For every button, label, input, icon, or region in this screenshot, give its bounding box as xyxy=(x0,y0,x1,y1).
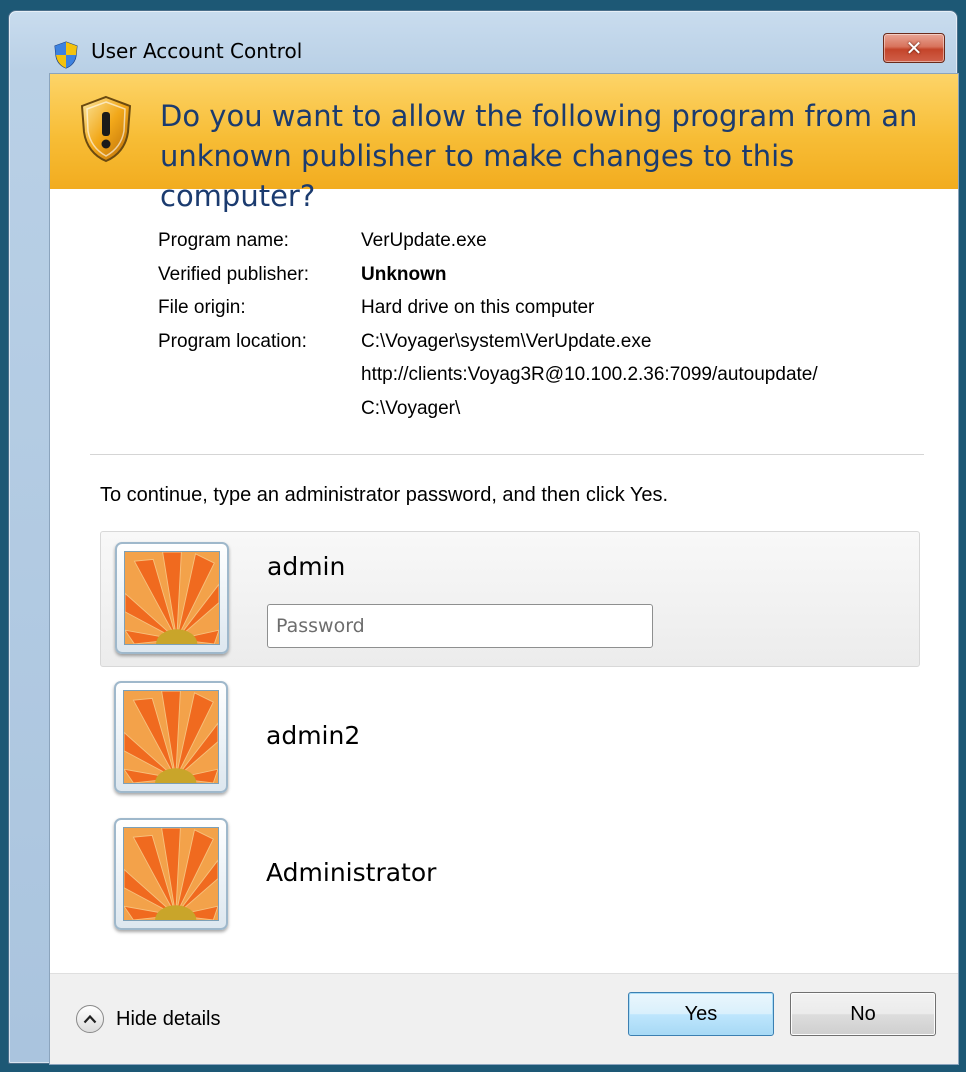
account-tile-administrator[interactable]: Administrator xyxy=(100,816,920,936)
close-button[interactable]: ✕ xyxy=(883,33,945,63)
detail-value: C:\Voyager\system\VerUpdate.exe xyxy=(361,330,652,352)
detail-row-location-folder: C:\Voyager\ xyxy=(158,392,818,426)
program-details: Program name: VerUpdate.exe Verified pub… xyxy=(158,224,818,425)
avatar xyxy=(115,542,229,654)
dialog-footer: Hide details Yes No xyxy=(50,973,958,1064)
detail-row-program-location: Program location: C:\Voyager\system\VerU… xyxy=(158,325,818,359)
detail-value: http://clients:Voyag3R@10.100.2.36:7099/… xyxy=(361,364,818,385)
uac-dialog: User Account Control ✕ Do you want to al… xyxy=(8,10,959,1065)
hide-details-label: Hide details xyxy=(116,1007,221,1030)
window-title: User Account Control xyxy=(91,39,303,63)
instructions-text: To continue, type an administrator passw… xyxy=(100,484,669,506)
detail-label: File origin: xyxy=(158,297,246,318)
detail-value: Unknown xyxy=(361,263,447,285)
title-bar[interactable]: User Account Control ✕ xyxy=(9,11,957,69)
banner-heading: Do you want to allow the following progr… xyxy=(160,99,918,213)
hide-details-toggle[interactable]: Hide details xyxy=(76,1005,221,1033)
chevron-up-icon xyxy=(76,1005,104,1033)
divider xyxy=(90,454,924,455)
detail-row-program-name: Program name: VerUpdate.exe xyxy=(158,224,818,258)
dialog-body: Do you want to allow the following progr… xyxy=(49,73,959,1065)
avatar xyxy=(114,681,228,793)
detail-label xyxy=(158,392,361,426)
close-icon: ✕ xyxy=(905,36,923,60)
detail-label: Program name: xyxy=(158,230,289,251)
uac-shield-icon xyxy=(51,40,81,70)
warning-shield-icon xyxy=(78,94,134,164)
detail-row-location-url: http://clients:Voyag3R@10.100.2.36:7099/… xyxy=(158,358,818,392)
detail-value: C:\Voyager\ xyxy=(361,397,461,419)
detail-value: Hard drive on this computer xyxy=(361,297,595,318)
flower-picture-icon xyxy=(123,827,219,921)
no-button[interactable]: No xyxy=(790,992,936,1036)
account-name: admin2 xyxy=(266,721,361,750)
password-input[interactable] xyxy=(267,604,653,648)
detail-label xyxy=(158,358,361,392)
detail-label: Program location: xyxy=(158,330,307,352)
yes-button[interactable]: Yes xyxy=(628,992,774,1036)
account-name: Administrator xyxy=(266,858,437,887)
detail-row-publisher: Verified publisher: Unknown xyxy=(158,258,818,292)
warning-banner: Do you want to allow the following progr… xyxy=(50,74,958,213)
account-tile-admin2[interactable]: admin2 xyxy=(100,679,920,799)
account-name: admin xyxy=(267,552,346,581)
account-tile-admin[interactable]: admin xyxy=(100,531,920,667)
detail-value: VerUpdate.exe xyxy=(361,230,487,251)
detail-label: Verified publisher: xyxy=(158,263,310,285)
avatar xyxy=(114,818,228,930)
detail-row-file-origin: File origin: Hard drive on this computer xyxy=(158,291,818,325)
flower-picture-icon xyxy=(124,551,220,645)
flower-picture-icon xyxy=(123,690,219,784)
